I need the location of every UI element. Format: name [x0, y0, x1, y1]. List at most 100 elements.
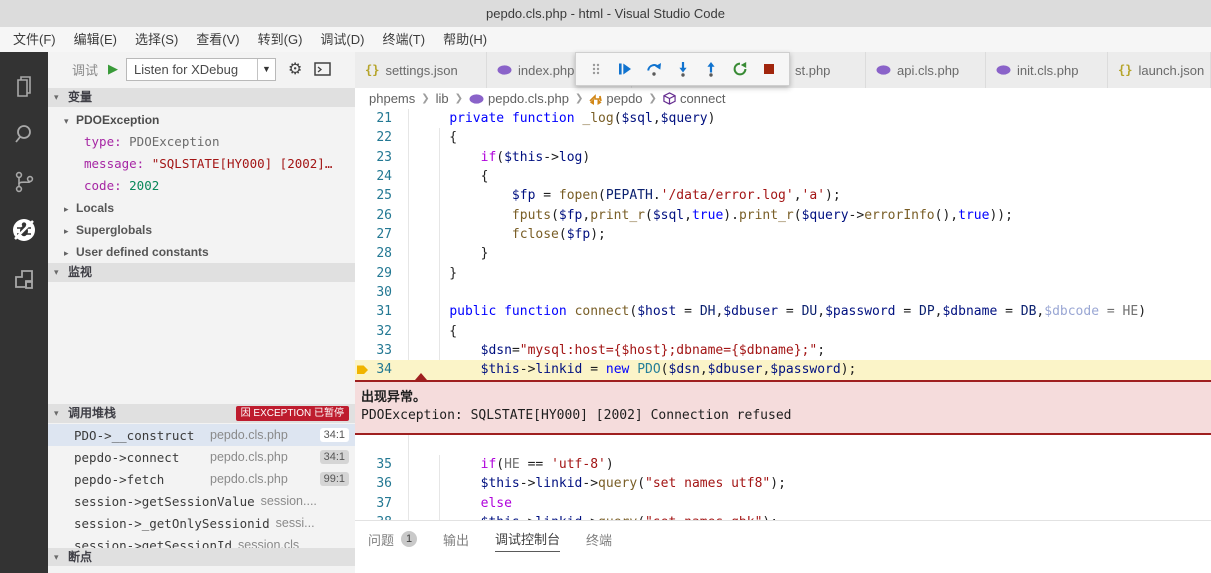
breakpoints-section-header[interactable]: ▾ 断点: [48, 548, 355, 566]
twistie-icon: ▾: [54, 263, 59, 282]
extensions-icon[interactable]: [0, 256, 48, 304]
menu-item[interactable]: 转到(G): [249, 27, 312, 52]
stack-frame[interactable]: pepdo->connectpepdo.cls.php34:1: [48, 446, 355, 468]
panel-tab-label: 输出: [443, 530, 469, 549]
panel-tab-输出[interactable]: 输出: [443, 526, 469, 552]
stop-button[interactable]: [754, 55, 783, 83]
breadcrumb-item[interactable]: connect: [663, 91, 726, 106]
menu-item[interactable]: 帮助(H): [434, 27, 496, 52]
variable-group-row[interactable]: ▸Superglobals: [48, 219, 355, 241]
start-debug-icon[interactable]: ▶: [108, 61, 118, 77]
stack-frame[interactable]: session->getSessionValuesession....: [48, 490, 355, 512]
twistie-icon: ▾: [54, 88, 59, 107]
line-number: 35: [355, 455, 392, 474]
step-out-button[interactable]: [697, 55, 726, 83]
code-text: {: [418, 130, 457, 145]
code-line: 26 fputs($fp,print_r($sql,true).print_r(…: [355, 206, 1211, 225]
step-into-button[interactable]: [668, 55, 697, 83]
callstack-section-header[interactable]: ▾ 调用堆栈 因 EXCEPTION 已暂停: [48, 404, 355, 423]
line-number: 28: [355, 244, 392, 263]
code-text: $dsn="mysql:host={$host};dbname={$dbname…: [418, 343, 825, 358]
code-text: $this->linkid->query("set names utf8");: [418, 476, 786, 491]
frame-position-badge: 99:1: [320, 472, 349, 486]
variable-group-label: Locals: [76, 201, 114, 215]
variable-row[interactable]: code: 2002: [48, 175, 355, 197]
continue-button[interactable]: [611, 55, 640, 83]
breadcrumb-item[interactable]: pepdo.cls.php: [469, 91, 569, 106]
code-text: public function connect($host = DH,$dbus…: [418, 304, 1146, 319]
twistie-icon: ▾: [54, 548, 59, 567]
bottom-panel: 问题1 输出 调试控制台终端: [355, 520, 1211, 573]
watch-section-header[interactable]: ▾ 监视: [48, 263, 355, 282]
line-number: 37: [355, 494, 392, 513]
explorer-icon[interactable]: [0, 62, 48, 110]
debug-icon[interactable]: [0, 206, 48, 254]
step-over-button[interactable]: [639, 55, 668, 83]
line-number: 24: [355, 167, 392, 186]
code-text: else: [418, 496, 512, 511]
tab-label: launch.json: [1138, 63, 1204, 78]
panel-tab-调试控制台[interactable]: 调试控制台: [495, 526, 560, 552]
code-text: if(HE == 'utf-8'): [418, 457, 614, 472]
variable-group-row[interactable]: ▸User defined constants: [48, 241, 355, 263]
code-line: 32 {: [355, 322, 1211, 341]
code-line: 29 }: [355, 264, 1211, 283]
variable-group-label: Superglobals: [76, 223, 152, 237]
menu-item[interactable]: 选择(S): [126, 27, 187, 52]
drag-handle[interactable]: [582, 55, 611, 83]
stack-frame[interactable]: session->getSessionIdsession.cls: [48, 534, 355, 548]
menu-item[interactable]: 查看(V): [187, 27, 248, 52]
frame-file: session....: [261, 494, 317, 508]
debug-config-select[interactable]: Listen for XDebug ▼: [126, 58, 276, 81]
variables-section-header[interactable]: ▾ 变量: [48, 88, 355, 107]
code-text: }: [418, 246, 488, 261]
tab-api.cls.php[interactable]: api.cls.php: [866, 52, 986, 88]
breadcrumb-item[interactable]: pepdo: [589, 91, 642, 106]
line-number: 27: [355, 225, 392, 244]
breadcrumb-item[interactable]: phpems: [369, 91, 415, 106]
tab-launch.json[interactable]: {} launch.json: [1108, 52, 1211, 88]
menu-item[interactable]: 编辑(E): [65, 27, 126, 52]
stack-frame[interactable]: pepdo->fetchpepdo.cls.php99:1: [48, 468, 355, 490]
code-line: 38 $this->linkid->query("set names gbk")…: [355, 513, 1211, 520]
line-number: 31: [355, 302, 392, 321]
variable-group-row[interactable]: ▸Locals: [48, 197, 355, 219]
paused-on-exception-badge: 因 EXCEPTION 已暂停: [236, 406, 349, 421]
code-line: 23 if($this->log): [355, 148, 1211, 167]
source-control-icon[interactable]: [0, 158, 48, 206]
braces-icon: {}: [365, 63, 379, 77]
code-editor[interactable]: 21 private function _log($sql,$query)22 …: [355, 109, 1211, 520]
variable-exception-row[interactable]: ▾PDOException: [48, 109, 355, 131]
menu-item[interactable]: 调试(D): [311, 27, 373, 52]
restart-button[interactable]: [726, 55, 755, 83]
braces-icon: {}: [1118, 63, 1132, 77]
line-number: 30: [355, 283, 392, 302]
code-lines-before: 21 private function _log($sql,$query)22 …: [355, 109, 1211, 380]
stack-frame[interactable]: session->_getOnlySessionidsessi...: [48, 512, 355, 534]
variable-row[interactable]: type: PDOException: [48, 131, 355, 153]
breadcrumb-label: lib: [436, 91, 449, 106]
frame-file: pepdo.cls.php: [210, 450, 288, 464]
search-icon[interactable]: [0, 110, 48, 158]
line-number: 36: [355, 474, 392, 493]
stack-frame[interactable]: PDO->__constructpepdo.cls.php34:1: [48, 424, 355, 446]
breakpoints-title: 断点: [68, 550, 92, 564]
tab-init.cls.php[interactable]: init.cls.php: [986, 52, 1108, 88]
tab-settings.json[interactable]: {}settings.json: [355, 52, 487, 88]
gear-icon[interactable]: ⚙: [288, 59, 302, 79]
open-console-icon[interactable]: [314, 62, 331, 76]
code-text: $fp = fopen(PEPATH.'/data/error.log','a'…: [418, 188, 841, 203]
callstack-title: 调用堆栈: [68, 406, 116, 420]
exception-message: PDOException: SQLSTATE[HY000] [2002] Con…: [361, 408, 1211, 423]
code-line: 25 $fp = fopen(PEPATH.'/data/error.log',…: [355, 186, 1211, 205]
exception-pointer: [415, 373, 427, 380]
variable-key: type:: [84, 134, 129, 149]
menu-item[interactable]: 终端(T): [373, 27, 434, 52]
variable-row[interactable]: message: "SQLSTATE[HY000] [2002]…: [48, 153, 355, 175]
menu-item[interactable]: 文件(F): [4, 27, 65, 52]
panel-tab-终端[interactable]: 终端: [586, 526, 612, 552]
panel-tab-问题[interactable]: 问题1: [368, 526, 417, 552]
breadcrumb-item[interactable]: lib: [436, 91, 449, 106]
php-icon: [497, 64, 512, 76]
activity-bar: [0, 52, 48, 573]
